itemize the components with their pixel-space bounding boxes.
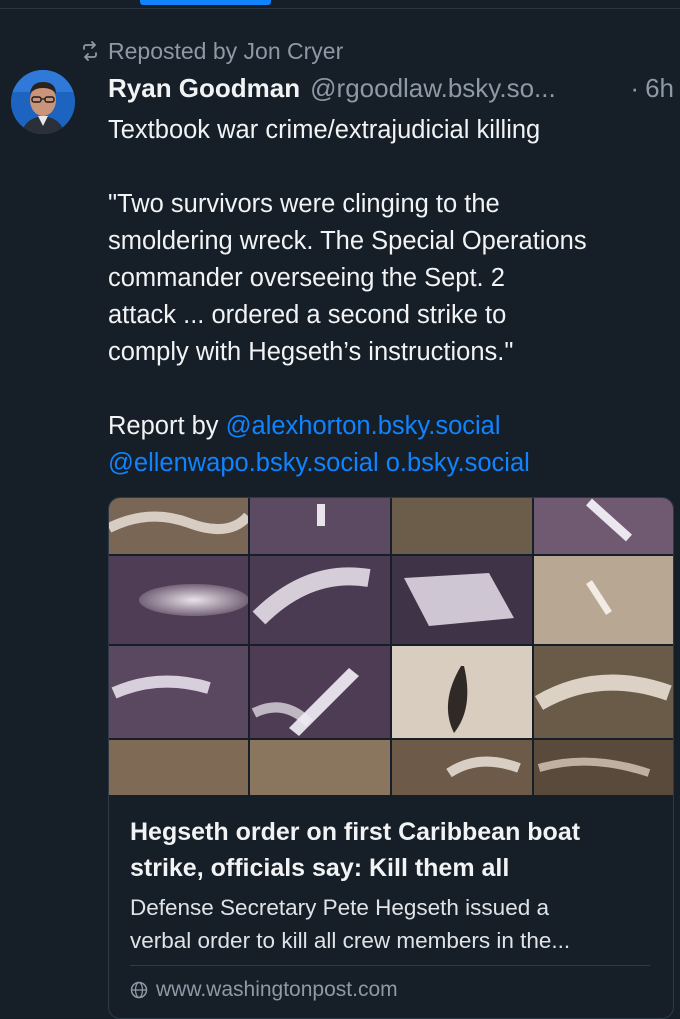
- post-body: Textbook war crime/extrajudicial killing…: [108, 112, 674, 482]
- tab-bar: [0, 0, 680, 9]
- card-desc-line: Defense Secretary Pete Hegseth issued a: [130, 895, 549, 920]
- post-timestamp[interactable]: 6h: [645, 73, 674, 104]
- post-text-line: Textbook war crime/extrajudicial killing: [108, 116, 541, 144]
- mention-link[interactable]: o.bsky.social: [386, 449, 530, 477]
- mention-link[interactable]: @ellenwapo.bsky.social: [108, 449, 379, 477]
- report-prefix: Report by: [108, 412, 226, 440]
- author-name[interactable]: Ryan Goodman: [108, 73, 300, 104]
- thumbnail-collage: [109, 498, 673, 795]
- repost-indicator[interactable]: Reposted by Jon Cryer: [80, 36, 343, 66]
- card-description: Defense Secretary Pete Hegseth issued a …: [130, 891, 660, 957]
- repost-icon: [83, 41, 97, 61]
- separator-dot: ·: [630, 72, 640, 103]
- post-header: Ryan Goodman @rgoodlaw.bsky.so... · 6h: [108, 70, 674, 106]
- avatar[interactable]: [11, 70, 75, 134]
- quote-line: commander overseeing the Sept. 2: [108, 264, 505, 292]
- mentions-line: @ellenwapo.bsky.social o.bsky.social: [108, 445, 674, 482]
- report-line: Report by @alexhorton.bsky.social: [108, 408, 674, 445]
- card-url-text: www.washingtonpost.com: [156, 978, 398, 1001]
- quote-line: smoldering wreck. The Special Operations: [108, 227, 587, 255]
- globe-icon: [130, 981, 148, 999]
- card-thumbnail: [109, 498, 673, 795]
- card-title-line: strike, officials say: Kill them all: [130, 854, 510, 882]
- author-handle[interactable]: @rgoodlaw.bsky.so...: [310, 73, 556, 104]
- repost-label: Reposted by Jon Cryer: [108, 37, 344, 64]
- avatar-image: [11, 70, 75, 134]
- mention-link[interactable]: @alexhorton.bsky.social: [226, 412, 501, 440]
- quote-line: "Two survivors were clinging to the: [108, 190, 500, 218]
- card-url[interactable]: www.washingtonpost.com: [130, 978, 398, 1002]
- quote-line: comply with Hegseth’s instructions.": [108, 338, 514, 366]
- quote-line: attack ... ordered a second strike to: [108, 301, 507, 329]
- card-title-line: Hegseth order on first Caribbean boat: [130, 818, 581, 846]
- card-divider: [130, 965, 650, 966]
- link-preview-card[interactable]: Hegseth order on first Caribbean boat st…: [108, 497, 674, 1019]
- active-tab-indicator: [140, 0, 271, 5]
- card-desc-line: verbal order to kill all crew members in…: [130, 928, 571, 953]
- card-title: Hegseth order on first Caribbean boat st…: [130, 814, 660, 886]
